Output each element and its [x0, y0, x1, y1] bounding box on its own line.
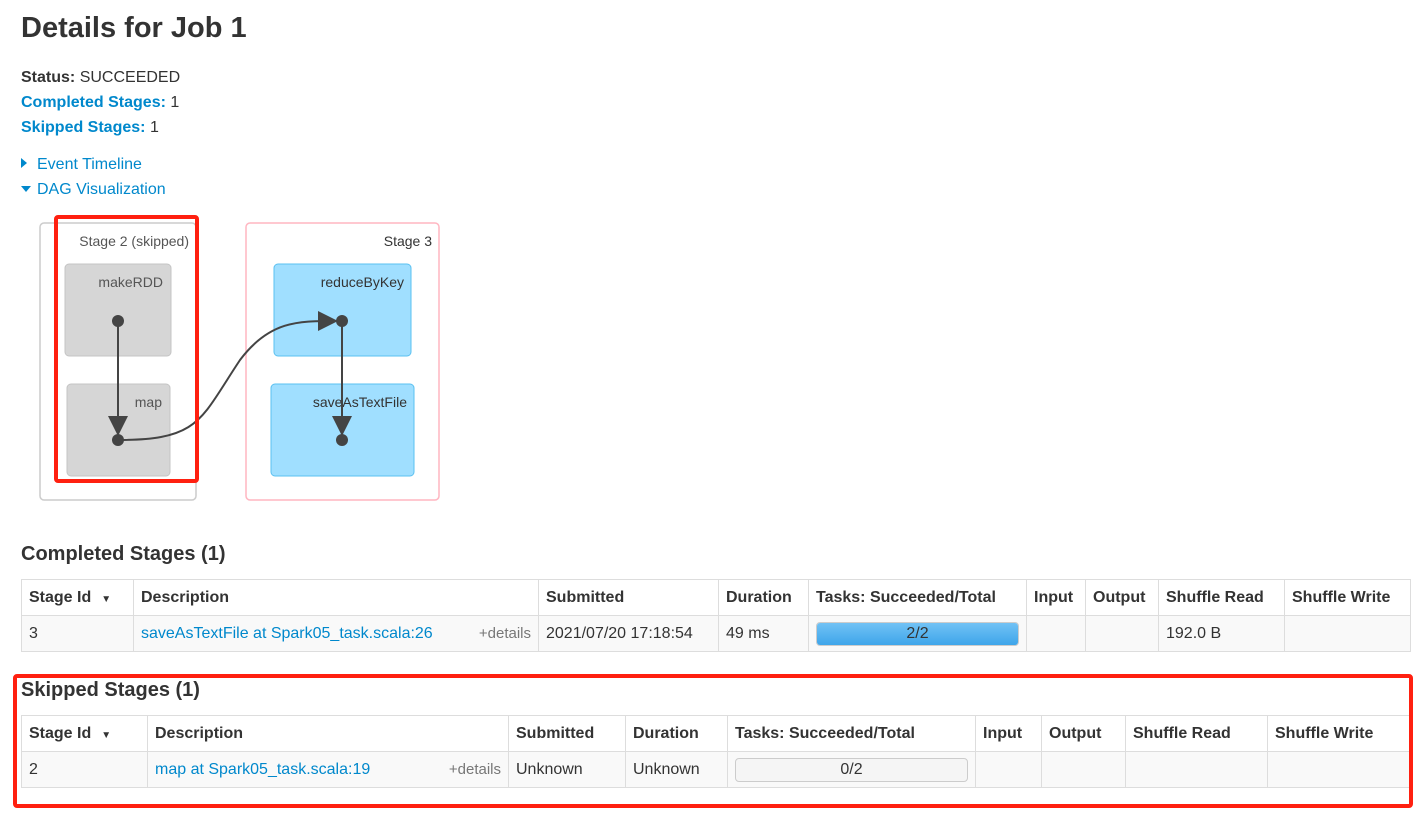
- rdd-dot: [336, 315, 348, 327]
- stage-id: 3: [21, 615, 134, 652]
- col-submitted[interactable]: Submitted: [538, 579, 719, 616]
- highlight-box: [54, 215, 199, 483]
- description-cell: saveAsTextFile at Spark05_task.scala:26 +…: [133, 615, 539, 652]
- col-description[interactable]: Description: [133, 579, 539, 616]
- col-stage-id[interactable]: Stage Id ▼: [21, 579, 134, 616]
- col-output[interactable]: Output: [1085, 579, 1159, 616]
- col-duration[interactable]: Duration: [718, 579, 809, 616]
- stage-3-label: Stage 3: [384, 233, 432, 249]
- rdd-dot: [336, 434, 348, 446]
- table-row: 3 saveAsTextFile at Spark05_task.scala:2…: [21, 615, 1411, 652]
- duration: 49 ms: [718, 615, 809, 652]
- node-reducebykey-label: reduceByKey: [321, 274, 404, 290]
- stage-link[interactable]: saveAsTextFile at Spark05_task.scala:26: [141, 625, 433, 642]
- submitted: 2021/07/20 17:18:54: [538, 615, 719, 652]
- col-tasks[interactable]: Tasks: Succeeded/Total: [808, 579, 1027, 616]
- col-shuffle-write[interactable]: Shuffle Write: [1284, 579, 1411, 616]
- node-saveastextfile-label: saveAsTextFile: [313, 394, 407, 410]
- shuffle-read: 192.0 B: [1158, 615, 1285, 652]
- highlight-box: [13, 674, 1413, 808]
- progress-bar: 2/2: [816, 621, 1019, 646]
- col-input[interactable]: Input: [1026, 579, 1086, 616]
- shuffle-write: [1284, 615, 1411, 652]
- sort-desc-icon: ▼: [101, 593, 112, 605]
- col-shuffle-read[interactable]: Shuffle Read: [1158, 579, 1285, 616]
- output: [1085, 615, 1159, 652]
- table-header: Stage Id ▼ Description Submitted Duration…: [21, 579, 1411, 616]
- tasks-cell: 2/2: [808, 615, 1027, 652]
- completed-stages-table: Stage Id ▼ Description Submitted Duration…: [21, 579, 1411, 652]
- input: [1026, 615, 1086, 652]
- completed-stages-heading[interactable]: Completed Stages (1): [21, 543, 225, 566]
- details-toggle[interactable]: +details: [479, 625, 531, 642]
